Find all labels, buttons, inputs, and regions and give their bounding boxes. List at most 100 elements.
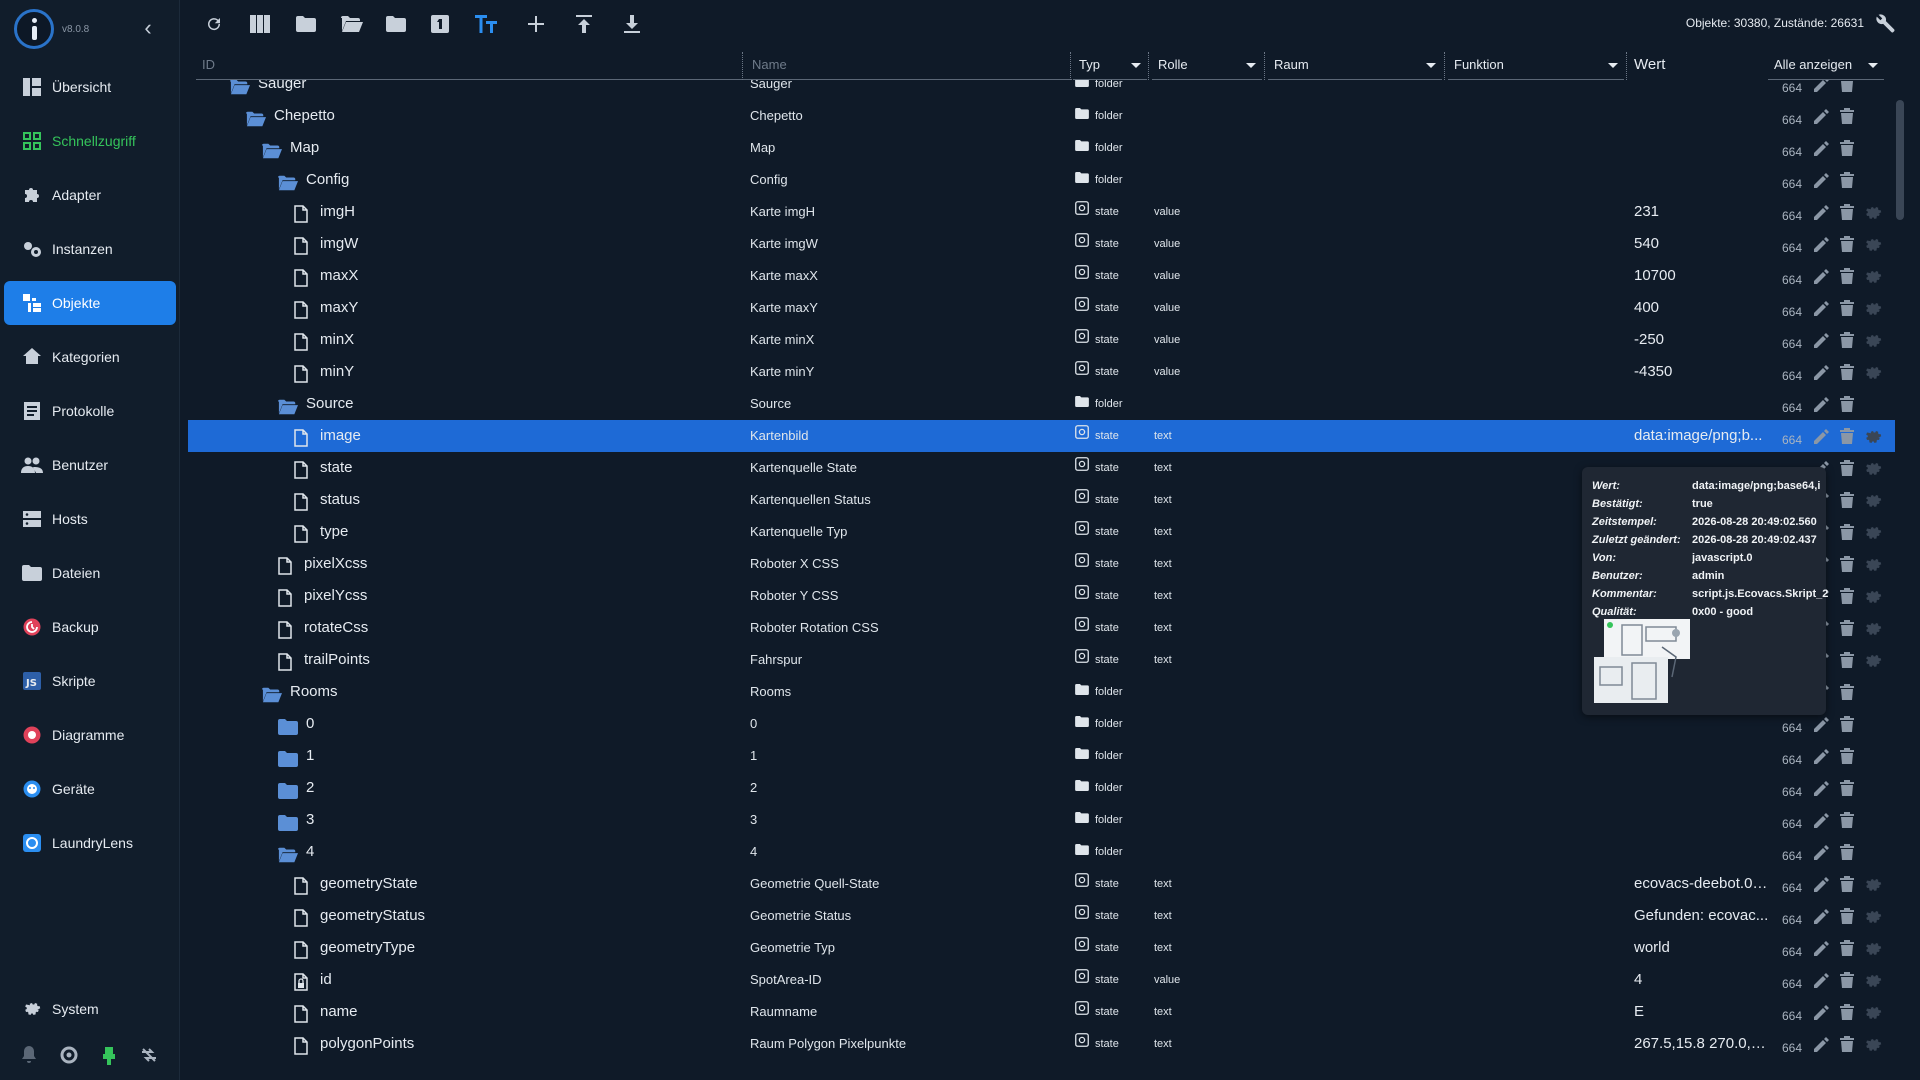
table-row[interactable]: imgH Karte imgH state value 231 664	[188, 196, 1895, 228]
sidebar-item-hosts[interactable]: Hosts	[0, 492, 180, 546]
delete-icon[interactable]	[1840, 492, 1858, 510]
column-resizer[interactable]	[1264, 52, 1265, 80]
folder-icon[interactable]	[294, 12, 318, 36]
header-name[interactable]: Name	[746, 54, 1072, 80]
delete-icon[interactable]	[1840, 396, 1858, 414]
table-row[interactable]: Map Map folder 664	[188, 132, 1895, 164]
custom-settings-icon[interactable]	[1864, 588, 1882, 606]
table-row[interactable]: Chepetto Chepetto folder 664	[188, 100, 1895, 132]
table-row[interactable]: Config Config folder 664	[188, 164, 1895, 196]
delete-icon[interactable]	[1840, 364, 1858, 382]
edit-icon[interactable]	[1814, 140, 1832, 158]
delete-icon[interactable]	[1840, 940, 1858, 958]
custom-settings-icon[interactable]	[1864, 1004, 1882, 1022]
value-cell[interactable]	[1634, 80, 1769, 100]
value-cell[interactable]: 400	[1634, 292, 1769, 324]
table-row[interactable]: id SpotArea-ID state value 4 664	[188, 964, 1895, 996]
table-row[interactable]: imgW Karte imgW state value 540 664	[188, 228, 1895, 260]
edit-icon[interactable]	[1814, 332, 1832, 350]
delete-icon[interactable]	[1840, 876, 1858, 894]
edit-icon[interactable]	[1814, 1004, 1832, 1022]
header-function-filter[interactable]: Funktion	[1448, 54, 1624, 80]
edit-icon[interactable]	[1814, 972, 1832, 990]
delete-icon[interactable]	[1840, 268, 1858, 286]
column-resizer[interactable]	[1444, 52, 1445, 80]
value-cell[interactable]: E	[1634, 996, 1769, 1028]
value-cell[interactable]: -4350	[1634, 356, 1769, 388]
bell-icon[interactable]	[18, 1044, 40, 1066]
upload-icon[interactable]	[572, 12, 596, 36]
wrench-icon[interactable]	[1874, 12, 1898, 36]
table-row[interactable]: maxY Karte maxY state value 400 664	[188, 292, 1895, 324]
table-row[interactable]: maxX Karte maxX state value 10700 664	[188, 260, 1895, 292]
table-row[interactable]: geometryType Geometrie Typ state text world 6…	[188, 932, 1895, 964]
show-all-select[interactable]: Alle anzeigen	[1768, 54, 1884, 80]
custom-settings-icon[interactable]	[1864, 268, 1882, 286]
sidebar-item-objekte[interactable]: Objekte	[4, 281, 176, 325]
value-cell[interactable]	[1634, 164, 1769, 196]
delete-icon[interactable]	[1840, 780, 1858, 798]
delete-icon[interactable]	[1840, 748, 1858, 766]
iobroker-logo[interactable]	[14, 9, 54, 49]
custom-settings-icon[interactable]	[1864, 908, 1882, 926]
add-icon[interactable]	[524, 12, 548, 36]
header-room-filter[interactable]: Raum	[1268, 54, 1442, 80]
table-row[interactable]: Sauger Sauger folder 664	[188, 80, 1895, 100]
delete-icon[interactable]	[1840, 172, 1858, 190]
custom-settings-icon[interactable]	[1864, 332, 1882, 350]
sidebar-item-skripte[interactable]: JS Skripte	[0, 654, 180, 708]
delete-icon[interactable]	[1840, 844, 1858, 862]
value-cell[interactable]: 540	[1634, 228, 1769, 260]
edit-icon[interactable]	[1814, 80, 1832, 94]
value-cell[interactable]	[1634, 740, 1769, 772]
columns-icon[interactable]	[248, 12, 272, 36]
delete-icon[interactable]	[1840, 80, 1858, 94]
delete-icon[interactable]	[1840, 684, 1858, 702]
delete-icon[interactable]	[1840, 812, 1858, 830]
edit-icon[interactable]	[1814, 300, 1832, 318]
custom-settings-icon[interactable]	[1864, 620, 1882, 638]
custom-settings-icon[interactable]	[1864, 940, 1882, 958]
sidebar-item-backup[interactable]: Backup	[0, 600, 180, 654]
table-row[interactable]: 3 3 folder 664	[188, 804, 1895, 836]
edit-icon[interactable]	[1814, 364, 1832, 382]
table-row[interactable]: image Kartenbild state text data:image/png;b…	[188, 420, 1895, 452]
edit-icon[interactable]	[1814, 748, 1832, 766]
edit-icon[interactable]	[1814, 172, 1832, 190]
table-row[interactable]: 4 4 folder 664	[188, 836, 1895, 868]
folder-open-icon[interactable]	[262, 683, 282, 703]
edit-icon[interactable]	[1814, 204, 1832, 222]
custom-settings-icon[interactable]	[1864, 428, 1882, 446]
edit-icon[interactable]	[1814, 396, 1832, 414]
column-resizer[interactable]	[1148, 52, 1149, 80]
delete-icon[interactable]	[1840, 332, 1858, 350]
custom-settings-icon[interactable]	[1864, 204, 1882, 222]
sidebar-item-dateien[interactable]: Dateien	[0, 546, 180, 600]
edit-icon[interactable]	[1814, 844, 1832, 862]
custom-settings-icon[interactable]	[1864, 236, 1882, 254]
sidebar-item-protokolle[interactable]: Protokolle	[0, 384, 180, 438]
custom-settings-icon[interactable]	[1864, 364, 1882, 382]
value-cell[interactable]: data:image/png;b...	[1634, 420, 1769, 452]
value-cell[interactable]: 267.5,15.8 270.0,1...	[1634, 1028, 1769, 1060]
level-one-icon[interactable]	[428, 12, 452, 36]
table-row[interactable]: geometryState Geometrie Quell-State state t…	[188, 868, 1895, 900]
sidebar-item-übersicht[interactable]: Übersicht	[0, 60, 180, 114]
value-cell[interactable]	[1634, 132, 1769, 164]
edit-icon[interactable]	[1814, 812, 1832, 830]
delete-icon[interactable]	[1840, 620, 1858, 638]
folder-open-icon[interactable]	[278, 395, 298, 415]
custom-settings-icon[interactable]	[1864, 492, 1882, 510]
value-cell[interactable]	[1634, 388, 1769, 420]
custom-settings-icon[interactable]	[1864, 1036, 1882, 1054]
table-row[interactable]: Source Source folder 664	[188, 388, 1895, 420]
delete-icon[interactable]	[1840, 908, 1858, 926]
sidebar-item-geräte[interactable]: Geräte	[0, 762, 180, 816]
edit-icon[interactable]	[1814, 780, 1832, 798]
value-cell[interactable]: Gefunden: ecovac...	[1634, 900, 1769, 932]
value-cell[interactable]: 4	[1634, 964, 1769, 996]
scrollbar[interactable]	[1896, 100, 1904, 220]
table-row[interactable]: polygonPoints Raum Polygon Pixelpunkte sta…	[188, 1028, 1895, 1060]
folder-open-icon[interactable]	[340, 12, 364, 36]
edit-icon[interactable]	[1814, 876, 1832, 894]
